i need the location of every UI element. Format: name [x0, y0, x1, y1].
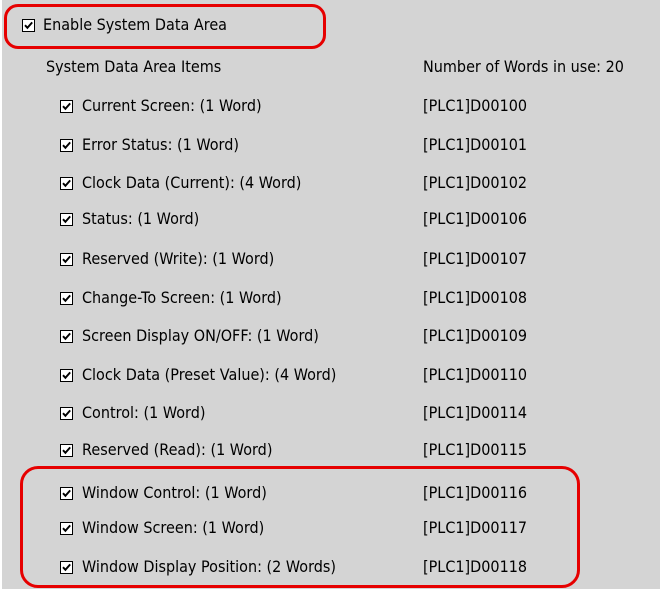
checkmark-icon	[62, 179, 71, 188]
item-label[interactable]: Control: (1 Word)	[82, 404, 205, 422]
item-label[interactable]: Clock Data (Preset Value): (4 Word)	[82, 366, 336, 384]
checkmark-icon	[62, 524, 71, 533]
item-address: [PLC1]D00100	[423, 96, 528, 115]
item-address: [PLC1]D00117	[423, 518, 528, 537]
item-checkbox[interactable]	[60, 369, 73, 382]
item-address: [PLC1]D00108	[423, 288, 528, 307]
item-checkbox[interactable]	[60, 100, 73, 113]
enable-system-data-area-label[interactable]: Enable System Data Area	[43, 16, 227, 34]
item-label[interactable]: Screen Display ON/OFF: (1 Word)	[82, 327, 319, 345]
item-label[interactable]: Window Screen: (1 Word)	[82, 519, 264, 537]
item-label[interactable]: Current Screen: (1 Word)	[82, 97, 262, 115]
checkmark-icon	[62, 294, 71, 303]
checkmark-icon	[62, 215, 71, 224]
checkmark-icon	[62, 332, 71, 341]
item-address: [PLC1]D00115	[423, 440, 528, 459]
checkmark-icon	[62, 446, 71, 455]
item-checkbox[interactable]	[60, 213, 73, 226]
enable-system-data-area-checkbox[interactable]	[22, 19, 35, 32]
item-checkbox[interactable]	[60, 522, 73, 535]
item-label[interactable]: Status: (1 Word)	[82, 210, 199, 228]
system-data-area-panel: Enable System Data Area System Data Area…	[2, 0, 660, 589]
item-checkbox[interactable]	[60, 253, 73, 266]
item-label[interactable]: Change-To Screen: (1 Word)	[82, 289, 282, 307]
item-checkbox[interactable]	[60, 487, 73, 500]
words-in-use-counter: Number of Words in use: 20	[423, 57, 624, 76]
item-address: [PLC1]D00114	[423, 403, 528, 422]
item-address: [PLC1]D00109	[423, 326, 528, 345]
checkmark-icon	[62, 255, 71, 264]
item-address: [PLC1]D00102	[423, 173, 528, 192]
item-label[interactable]: Error Status: (1 Word)	[82, 136, 239, 154]
item-label[interactable]: Window Control: (1 Word)	[82, 484, 267, 502]
item-checkbox[interactable]	[60, 444, 73, 457]
checkmark-icon	[62, 563, 71, 572]
item-label[interactable]: Reserved (Read): (1 Word)	[82, 441, 272, 459]
item-checkbox[interactable]	[60, 561, 73, 574]
checkmark-icon	[24, 21, 33, 30]
checkmark-icon	[62, 141, 71, 150]
system-data-area-items-heading: System Data Area Items	[46, 57, 222, 76]
item-address: [PLC1]D00107	[423, 249, 528, 268]
item-address: [PLC1]D00118	[423, 557, 528, 576]
item-checkbox[interactable]	[60, 177, 73, 190]
checkmark-icon	[62, 409, 71, 418]
checkmark-icon	[62, 102, 71, 111]
item-address: [PLC1]D00110	[423, 365, 528, 384]
checkmark-icon	[62, 371, 71, 380]
item-checkbox[interactable]	[60, 407, 73, 420]
item-label[interactable]: Window Display Position: (2 Words)	[82, 558, 336, 576]
item-label[interactable]: Reserved (Write): (1 Word)	[82, 250, 274, 268]
item-label[interactable]: Clock Data (Current): (4 Word)	[82, 174, 301, 192]
checkmark-icon	[62, 489, 71, 498]
item-address: [PLC1]D00116	[423, 483, 528, 502]
item-address: [PLC1]D00106	[423, 209, 528, 228]
item-checkbox[interactable]	[60, 292, 73, 305]
item-address: [PLC1]D00101	[423, 135, 528, 154]
item-checkbox[interactable]	[60, 139, 73, 152]
item-checkbox[interactable]	[60, 330, 73, 343]
